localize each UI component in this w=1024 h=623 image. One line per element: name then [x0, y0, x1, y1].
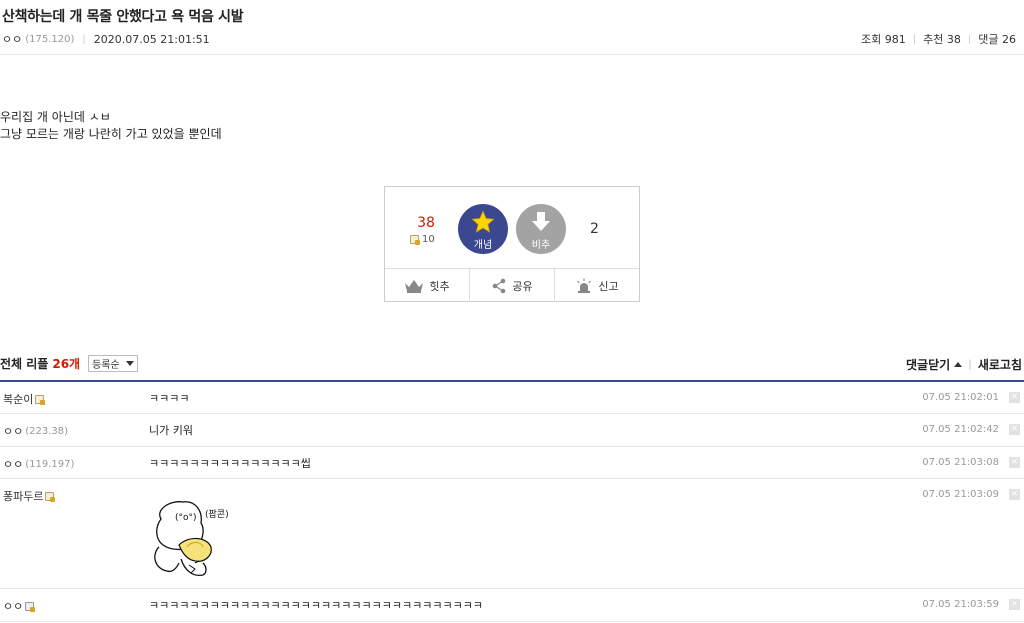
report-button[interactable]: 신고	[555, 269, 639, 302]
post-author[interactable]: ㅇㅇ	[2, 31, 22, 47]
refresh-comments-button[interactable]: 새로고침	[978, 356, 1022, 373]
dccon-face: (°o°)	[175, 513, 197, 523]
comment-sort-value: 등록순	[92, 360, 120, 371]
upvote-count: 38	[417, 215, 435, 231]
divider: |	[82, 33, 86, 45]
collapse-comments-button[interactable]: 댓글닫기	[906, 356, 963, 373]
comment-row: 퐁파두르 (°o°) (팝콘) 07.05 21:03:09 ×	[0, 479, 1024, 589]
comment-date: 07.05 21:03:09	[922, 489, 999, 500]
siren-icon	[577, 278, 592, 293]
chevron-down-icon	[125, 361, 134, 366]
fixed-upvote-number: 10	[422, 234, 435, 245]
crown-icon	[405, 279, 424, 293]
comments-title: 전체 리플	[0, 357, 49, 371]
comment-sort-select[interactable]: 등록순	[88, 355, 138, 372]
comment-count[interactable]: 댓글 26	[978, 31, 1016, 47]
user-icon	[25, 601, 36, 612]
share-button[interactable]: 공유	[470, 269, 555, 302]
upvote-label: 개념	[473, 240, 493, 251]
header-divider	[0, 54, 1024, 55]
vote-box: 38 10 개념 비추 2 힛추 공유 신고	[384, 186, 640, 302]
comment-text: 니가 키워	[149, 424, 193, 437]
recommend-count: 추천 38	[923, 33, 961, 46]
comment-nick[interactable]: ㅇㅇ	[3, 598, 23, 614]
delete-icon[interactable]: ×	[1009, 424, 1020, 435]
hit-recommend-label: 힛추	[429, 279, 450, 293]
delete-icon[interactable]: ×	[1009, 489, 1020, 500]
comment-date: 07.05 21:03:08	[922, 457, 999, 468]
comment-row: ㅇㅇ (223.38) 니가 키워 07.05 21:02:42 ×	[0, 414, 1024, 447]
fixed-user-icon	[410, 235, 420, 245]
share-icon	[493, 278, 506, 293]
fixed-user-icon	[35, 394, 46, 405]
post-author-ip: (175.120)	[25, 33, 75, 45]
post-date: 2020.07.05 21:01:51	[93, 32, 210, 46]
report-label: 신고	[598, 279, 619, 293]
fixed-user-icon	[45, 491, 56, 502]
comment-nick[interactable]: 퐁파두르	[3, 488, 43, 504]
comment-row: ㅇㅇ ㅋㅋㅋㅋㅋㅋㅋㅋㅋㅋㅋㅋㅋㅋㅋㅋㅋㅋㅋㅋㅋㅋㅋㅋㅋㅋㅋㅋㅋㅋㅋㅋㅋ 07.…	[0, 589, 1024, 622]
fixed-upvote-count: 10	[410, 234, 435, 245]
comment-row: ㅇㅇ (119.197) ㅋㅋㅋㅋㅋㅋㅋㅋㅋㅋㅋㅋㅋㅋㅋ씹 07.05 21:0…	[0, 447, 1024, 479]
downvote-button[interactable]: 비추	[516, 204, 566, 254]
comment-ip: (119.197)	[25, 458, 75, 470]
comment-text: ㅋㅋㅋㅋㅋㅋㅋㅋㅋㅋㅋㅋㅋㅋㅋ씹	[149, 457, 311, 470]
downvote-label: 비추	[531, 240, 551, 251]
comments-count: 26개	[52, 357, 81, 371]
star-icon	[471, 210, 495, 233]
comment-date: 07.05 21:02:01	[922, 392, 999, 403]
comment-text: ㅋㅋㅋㅋㅋㅋㅋㅋㅋㅋㅋㅋㅋㅋㅋㅋㅋㅋㅋㅋㅋㅋㅋㅋㅋㅋㅋㅋㅋㅋㅋㅋㅋ	[149, 599, 483, 612]
comment-nick[interactable]: 복순이	[3, 391, 33, 407]
delete-icon[interactable]: ×	[1009, 457, 1020, 468]
post-title: 산책하는데 개 목줄 안했다고 욕 먹음 시발	[2, 9, 244, 25]
comment-date: 07.05 21:02:42	[922, 424, 999, 435]
comment-row: 복순이 ㅋㅋㅋㅋ 07.05 21:02:01 ×	[0, 382, 1024, 414]
post-stats: 조회 981 | 추천 38 | 댓글 26	[861, 31, 1016, 47]
dccon-popcorn-image: (°o°) (팝콘)	[154, 501, 229, 577]
post-meta: ㅇㅇ (175.120) | 2020.07.05 21:01:51	[2, 31, 210, 47]
dccon-caption: (팝콘)	[205, 508, 229, 520]
views-count: 조회 981	[861, 33, 906, 46]
comments-header: 전체 리플 26개 등록순 댓글닫기 | 새로고침	[0, 353, 1024, 380]
share-label: 공유	[512, 279, 533, 293]
comment-nick[interactable]: ㅇㅇ	[3, 456, 23, 472]
divider: |	[967, 33, 972, 45]
comment-date: 07.05 21:03:59	[922, 599, 999, 610]
upvote-button[interactable]: 개념	[458, 204, 508, 254]
divider: |	[968, 359, 972, 370]
comment-nick[interactable]: ㅇㅇ	[3, 423, 23, 439]
divider: |	[912, 33, 917, 45]
delete-icon[interactable]: ×	[1009, 392, 1020, 403]
downvote-count: 2	[590, 221, 599, 237]
caret-up-icon	[954, 362, 963, 367]
comment-ip: (223.38)	[25, 425, 69, 437]
post-body: 우리집 개 아닌데 ㅅㅂ 그냥 모르는 개랑 나란히 가고 있었을 뿐인데	[0, 109, 222, 143]
hit-recommend-button[interactable]: 힛추	[385, 269, 470, 302]
arrow-down-icon	[532, 212, 550, 231]
post-body-line: 우리집 개 아닌데 ㅅㅂ	[0, 110, 111, 124]
post-body-line: 그냥 모르는 개랑 나란히 가고 있었을 뿐인데	[0, 127, 222, 141]
delete-icon[interactable]: ×	[1009, 599, 1020, 610]
collapse-comments-label: 댓글닫기	[906, 358, 951, 372]
comment-text: ㅋㅋㅋㅋ	[149, 392, 190, 405]
